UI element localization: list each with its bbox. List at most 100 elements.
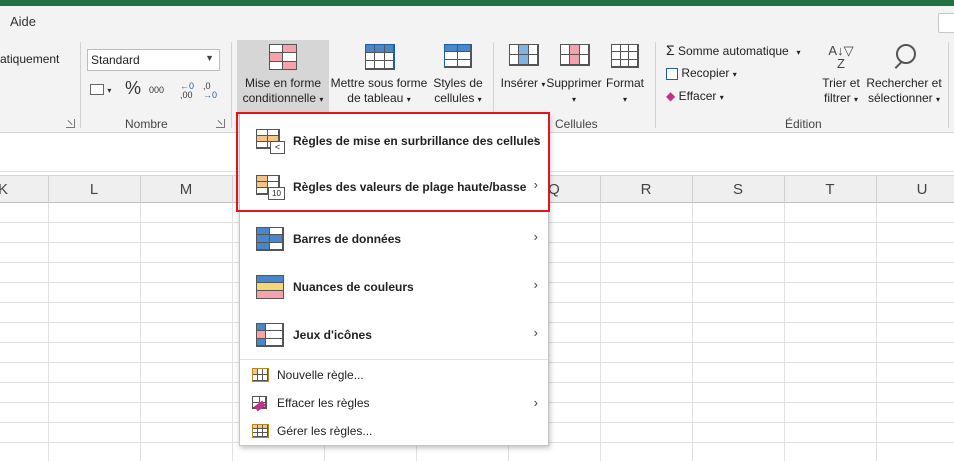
col-line	[140, 203, 141, 461]
group-separator	[80, 42, 81, 128]
menu-bar: Aide	[0, 6, 954, 38]
column-header-m[interactable]: M	[140, 181, 232, 198]
col-line	[876, 203, 877, 461]
share-button[interactable]	[938, 13, 954, 33]
sort-filter-icon: A↓▽ Z	[828, 43, 854, 71]
cells-group-label: Cellules	[555, 117, 598, 131]
manage-rules-icon	[252, 424, 269, 439]
sort-filter-button[interactable]: A↓▽ Z Trier et filtrer ▾	[818, 40, 864, 116]
insert-cells-button[interactable]: Insérer ▾	[500, 40, 546, 116]
chevron-down-icon: ▾	[541, 80, 546, 89]
menu-item-new-rule[interactable]: Nouvelle règle...	[240, 362, 548, 390]
col-line	[232, 203, 233, 461]
find-select-label-1: Rechercher et	[866, 76, 942, 90]
col-line	[784, 203, 785, 461]
conditional-formatting-button[interactable]: Mise en forme conditionnelle ▾	[237, 40, 329, 116]
fill-button[interactable]: Recopier ▾	[666, 66, 737, 80]
column-header-l[interactable]: L	[48, 181, 140, 198]
comma-style-button[interactable]: 000	[149, 85, 164, 95]
fill-down-icon	[666, 67, 678, 80]
insert-cells-icon	[509, 44, 539, 70]
format-as-table-button[interactable]: Mettre sous forme de tableau ▾	[330, 40, 428, 116]
chevron-down-icon: ▾	[107, 86, 112, 95]
col-line	[692, 203, 693, 461]
conditional-formatting-label-2: conditionnelle	[242, 91, 317, 105]
menu-item-color-scales[interactable]: Nuances de couleurs ›	[240, 264, 548, 312]
magnifier-icon	[890, 44, 918, 70]
number-format-select[interactable]: Standard ▼	[87, 49, 220, 71]
menu-item-icon-sets[interactable]: Jeux d'icônes ›	[240, 312, 548, 360]
color-scales-icon	[256, 275, 286, 300]
chevron-down-icon: ▾	[477, 95, 482, 104]
chevron-right-icon: ›	[533, 229, 538, 244]
sigma-icon: Σ	[666, 42, 675, 58]
chevron-right-icon: ›	[533, 325, 538, 340]
menu-item-label: Nuances de couleurs	[293, 280, 414, 294]
delete-cells-icon	[560, 44, 590, 70]
clear-rules-icon	[252, 396, 269, 412]
increase-decimal-button[interactable]: ←0,00	[180, 82, 194, 100]
chevron-down-icon: ▾	[406, 95, 411, 104]
chevron-right-icon: ›	[533, 277, 538, 292]
column-header-r[interactable]: R	[600, 181, 692, 198]
chevron-down-icon: ▾	[936, 95, 941, 104]
delete-cells-button[interactable]: Supprimer ▾	[546, 40, 602, 116]
find-select-button[interactable]: Rechercher et sélectionner ▾	[866, 40, 942, 116]
number-format-value: Standard	[91, 53, 140, 67]
column-header-k[interactable]: K	[0, 181, 10, 198]
autosum-button[interactable]: Σ Somme automatique ▾	[666, 42, 801, 58]
accounting-format-button[interactable]: ▾	[90, 82, 111, 96]
increase-decimal-label: ,00	[180, 90, 193, 100]
chevron-right-icon: ›	[533, 395, 538, 410]
sort-filter-label-1: Trier et	[822, 76, 860, 90]
delete-cells-label: Supprimer	[546, 76, 602, 90]
menu-item-data-bars[interactable]: Barres de données ›	[240, 216, 548, 264]
chevron-down-icon: ▼	[205, 53, 214, 63]
autosum-label: Somme automatique	[678, 44, 789, 58]
format-as-table-label-2: de tableau	[347, 91, 404, 105]
col-line	[48, 203, 49, 461]
clear-label: Effacer	[678, 89, 717, 103]
conditional-formatting-label-1: Mise en forme	[244, 76, 322, 90]
menu-item-clear-rules[interactable]: Effacer les règles ›	[240, 390, 548, 418]
highlight-annotation-box	[236, 112, 550, 212]
icon-sets-icon	[256, 323, 286, 348]
clear-button[interactable]: ◆ Effacer ▾	[666, 89, 724, 103]
column-header-s[interactable]: S	[692, 181, 784, 198]
chevron-down-icon: ▾	[571, 95, 576, 104]
conditional-formatting-icon	[269, 44, 297, 70]
find-select-label-2: sélectionner	[867, 91, 933, 105]
chevron-down-icon: ▾	[854, 95, 859, 104]
menu-item-label: Nouvelle règle...	[277, 368, 364, 382]
editing-group-label: Édition	[785, 117, 822, 131]
menu-item-label: Barres de données	[293, 232, 402, 246]
percent-style-button[interactable]: %	[125, 78, 141, 99]
col-line	[600, 203, 601, 461]
format-cells-button[interactable]: Format ▾	[603, 40, 647, 116]
group-separator	[948, 42, 949, 128]
alignment-dialog-launcher[interactable]	[66, 119, 75, 128]
wrap-text-button-label[interactable]: atiquement	[0, 52, 59, 66]
group-separator	[655, 42, 656, 128]
menu-item-label: Gérer les règles...	[277, 424, 373, 438]
cell-styles-label-1: Styles de	[433, 76, 483, 90]
cell-styles-button[interactable]: Styles de cellules ▾	[430, 40, 486, 116]
menu-item-label: Jeux d'icônes	[293, 328, 372, 342]
column-header-t[interactable]: T	[784, 181, 876, 198]
menu-separator	[240, 359, 548, 360]
chevron-down-icon: ▾	[622, 95, 627, 104]
chevron-down-icon: ▾	[792, 48, 801, 57]
number-dialog-launcher[interactable]	[216, 119, 225, 128]
decrease-decimal-button[interactable]: ,0 →0	[203, 82, 217, 100]
menu-tab-help[interactable]: Aide	[10, 14, 36, 29]
sort-filter-label-2: filtrer	[823, 91, 851, 105]
insert-cells-label: Insérer	[500, 76, 538, 90]
cell-styles-icon	[444, 44, 472, 70]
menu-item-label: Effacer les règles	[277, 396, 370, 410]
chevron-down-icon: ▾	[319, 95, 324, 104]
format-as-table-label-1: Mettre sous forme	[330, 76, 428, 90]
format-cells-icon	[611, 44, 639, 70]
format-as-table-icon	[365, 44, 395, 70]
menu-item-manage-rules[interactable]: Gérer les règles...	[240, 418, 548, 446]
column-header-u[interactable]: U	[876, 181, 954, 198]
